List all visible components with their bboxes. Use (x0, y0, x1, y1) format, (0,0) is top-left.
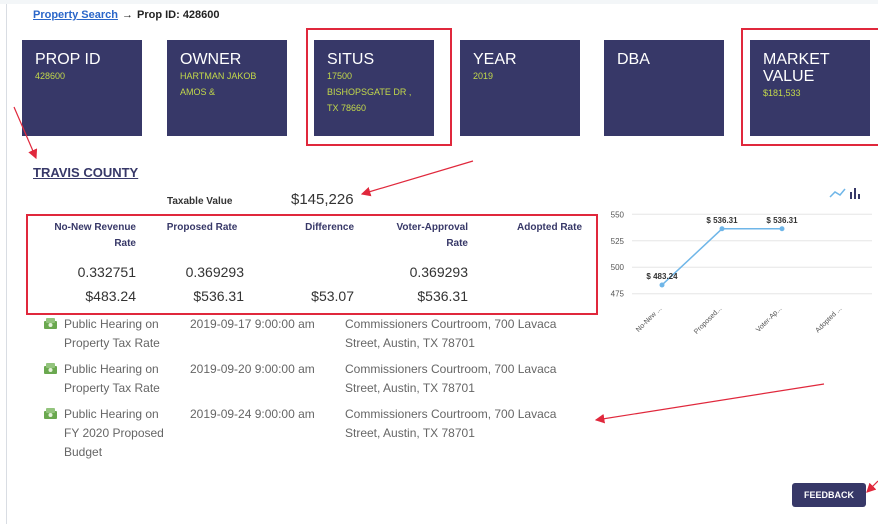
event-location: Commissioners Courtroom, 700 Lavaca Stre… (345, 360, 556, 398)
event-location-line: Street, Austin, TX 78701 (345, 381, 475, 395)
y-tick-label: 525 (611, 237, 625, 246)
money-icon (44, 318, 57, 329)
event-title-line: Public Hearing on (64, 407, 159, 421)
breadcrumb-property-search-link[interactable]: Property Search (33, 9, 118, 21)
event-title-line: Budget (64, 445, 103, 459)
event-title[interactable]: Public Hearing on Property Tax Rate (64, 315, 160, 353)
data-label: $ 536.31 (766, 216, 798, 225)
card-value: HARTMAN JAKOB (180, 71, 257, 81)
card-year: YEAR 2019 (460, 40, 580, 136)
money-icon (44, 363, 57, 374)
event-title-line: Public Hearing on (64, 317, 159, 331)
card-label: OWNER (180, 51, 242, 68)
event-title-line: Property Tax Rate (64, 336, 160, 350)
event-date: 2019-09-17 9:00:00 am (190, 317, 315, 331)
card-value: AMOS & (180, 87, 216, 97)
card-label: YEAR (473, 51, 517, 68)
card-value: 2019 (473, 71, 494, 81)
card-label: PROP ID (35, 51, 101, 68)
highlight-box-market-value (741, 28, 878, 146)
event-date: 2019-09-20 9:00:00 am (190, 362, 315, 376)
taxable-value-label: Taxable Value (167, 196, 233, 207)
data-point (659, 282, 665, 288)
x-tick-label: Adopted ... (815, 305, 844, 334)
breadcrumb: Property Search → Prop ID: 428600 (33, 9, 220, 21)
event-location-line: Street, Austin, TX 78701 (345, 336, 475, 350)
money-icon (44, 408, 57, 419)
x-tick-label: No-New ... (635, 305, 663, 333)
rates-line-chart: 475 500 525 550 No-New ... Proposed... Voter-… (611, 188, 872, 336)
data-label: $ 483.24 (646, 272, 678, 281)
county-title-link[interactable]: TRAVIS COUNTY (33, 165, 138, 180)
card-prop-id: PROP ID 428600 (22, 40, 142, 136)
event-location-line: Street, Austin, TX 78701 (345, 426, 475, 440)
event-location-line: Commissioners Courtroom, 700 Lavaca (345, 317, 557, 331)
y-tick-label: 550 (611, 210, 625, 219)
data-label: $ 536.31 (706, 216, 738, 225)
arrow-to-events (594, 383, 825, 424)
left-border (6, 4, 7, 524)
data-point (779, 226, 785, 232)
event-title-line: Public Hearing on (64, 362, 159, 376)
taxable-value: $145,226 (291, 191, 354, 208)
bar-chart-icon[interactable] (850, 188, 860, 199)
highlight-box-rates (26, 214, 598, 315)
event-title[interactable]: Public Hearing on FY 2020 Proposed Budge… (64, 405, 164, 462)
event-location-line: Commissioners Courtroom, 700 Lavaca (345, 362, 557, 376)
event-title-line: Property Tax Rate (64, 381, 160, 395)
event-location: Commissioners Courtroom, 700 Lavaca Stre… (345, 315, 556, 353)
line-chart-icon[interactable] (829, 188, 846, 198)
y-tick-label: 475 (611, 290, 625, 299)
event-date: 2019-09-24 9:00:00 am (190, 407, 315, 421)
breadcrumb-arrow-icon: → (121, 9, 133, 21)
card-value: 428600 (35, 71, 66, 81)
x-tick-label: Proposed... (693, 305, 723, 335)
x-tick-label: Voter-Ap... (755, 305, 783, 333)
top-strip (0, 0, 878, 4)
card-label: DBA (617, 51, 650, 68)
breadcrumb-current: Prop ID: 428600 (136, 9, 220, 21)
arrow-to-feedback (866, 480, 878, 493)
data-point (719, 226, 725, 232)
card-dba: DBA (604, 40, 724, 136)
event-location-line: Commissioners Courtroom, 700 Lavaca (345, 407, 557, 421)
event-location: Commissioners Courtroom, 700 Lavaca Stre… (345, 405, 556, 443)
event-title-line: FY 2020 Proposed (64, 426, 164, 440)
highlight-box-situs (306, 28, 452, 146)
arrow-to-taxable-value (360, 160, 474, 197)
y-tick-label: 500 (611, 263, 625, 272)
event-title[interactable]: Public Hearing on Property Tax Rate (64, 360, 160, 398)
feedback-button[interactable]: FEEDBACK (792, 483, 866, 507)
series-line (661, 228, 782, 286)
card-owner: OWNER HARTMAN JAKOB AMOS & (167, 40, 287, 136)
